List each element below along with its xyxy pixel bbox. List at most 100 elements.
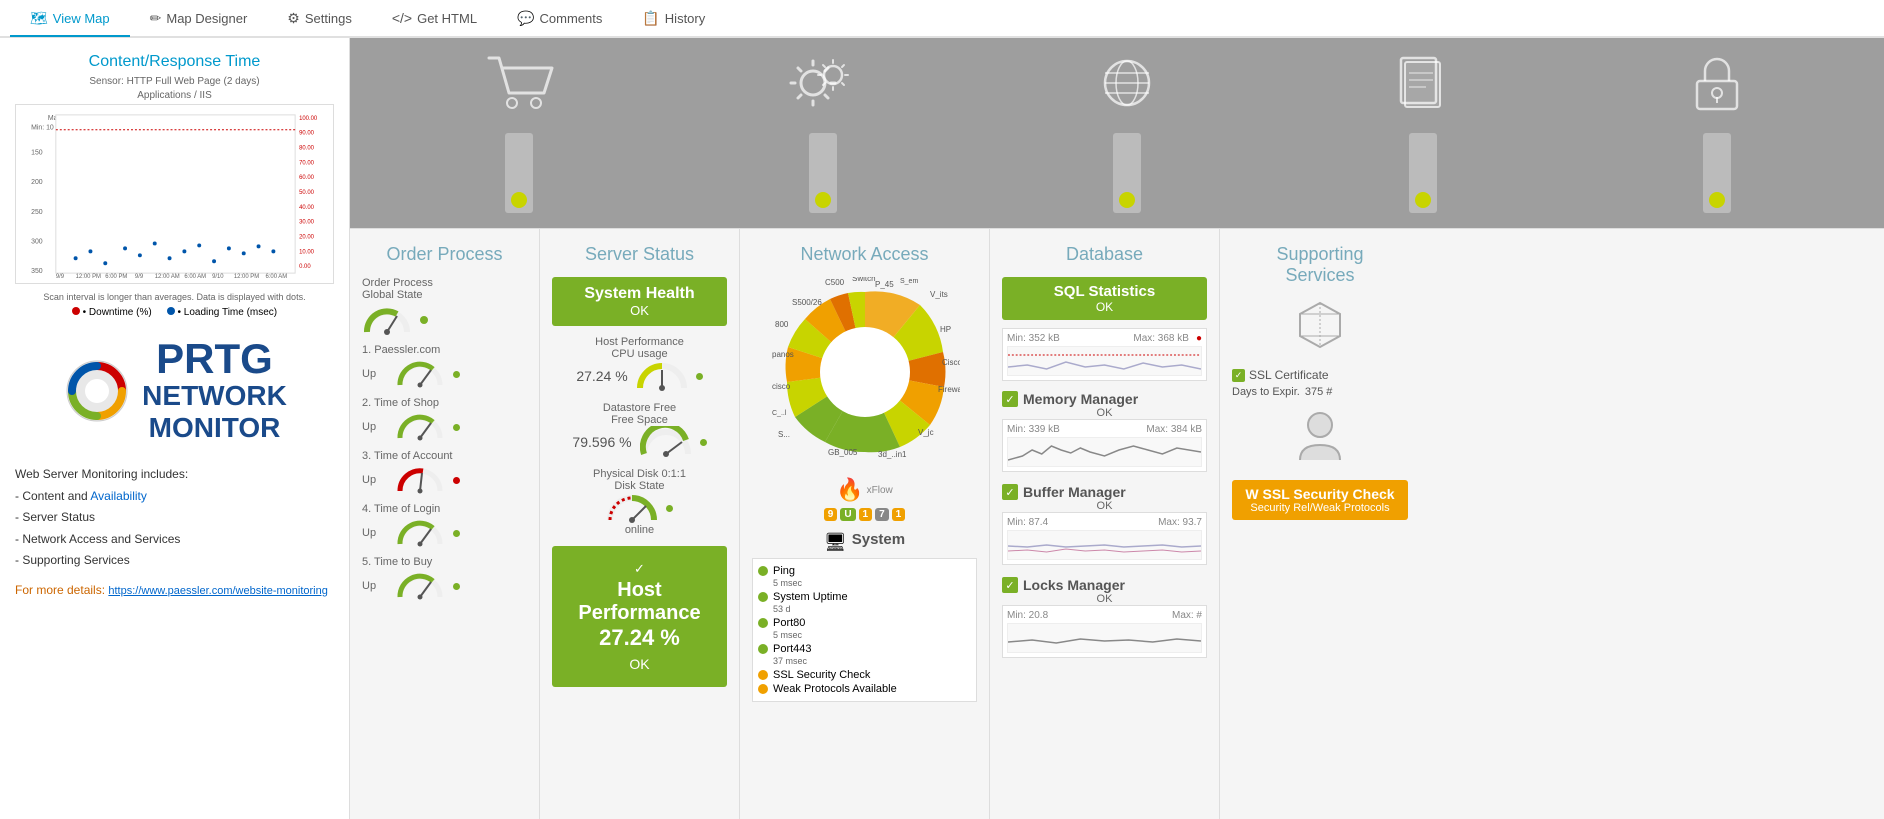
comments-icon: 💬: [517, 10, 534, 27]
svg-text:9/9: 9/9: [56, 274, 65, 280]
sql-chart-row: Min: 352 kB Max: 368 kB ●: [1007, 333, 1202, 344]
system-item-uptime: System Uptime: [758, 590, 971, 604]
order-gauge-1: [395, 359, 445, 389]
system-item-port443: Port443: [758, 642, 971, 656]
content-area: Order Process Order Process Global State: [350, 38, 1884, 819]
links-title: Web Server Monitoring includes:: [15, 464, 334, 486]
order-item-1: 1. Paessler.com Up: [362, 344, 527, 389]
chart-svg: Max: 375 msec 350 300 250 200 150 Min: 1…: [16, 105, 333, 283]
system-section: 🖥 System Ping 5 msec System Uptime: [752, 531, 977, 702]
host-perf-gauge: [636, 360, 688, 392]
port80-status-dot: [758, 618, 768, 628]
system-health-status: OK: [562, 303, 717, 318]
buffer-manager-label: Buffer Manager: [1023, 484, 1126, 500]
link-network: - Network Access and Services: [15, 529, 334, 551]
person-avatar-icon: [1232, 410, 1408, 475]
order-gauge-4: [395, 518, 445, 548]
html-icon: </>: [392, 10, 412, 26]
memory-chart-row: Min: 339 kB Max: 384 kB: [1007, 424, 1202, 435]
svg-text:6:00 AM: 6:00 AM: [184, 274, 206, 280]
locks-max: Max: #: [1172, 610, 1202, 621]
nav-map-designer-label: Map Designer: [166, 11, 247, 26]
order-row-4: Up: [362, 518, 527, 548]
badge-1: 1: [859, 508, 873, 521]
badge-u: U: [840, 508, 855, 521]
order-status-3: Up: [362, 474, 387, 486]
banner-tube-gear: [809, 133, 837, 213]
svg-text:150: 150: [31, 149, 43, 156]
buffer-check-row: ✓ Buffer Manager: [1002, 484, 1207, 500]
svg-text:C500: C500: [825, 278, 845, 287]
fire-icon: 🔥: [836, 477, 863, 503]
order-row-1: Up: [362, 359, 527, 389]
person-icon-svg: [1295, 410, 1345, 465]
uptime-sub: 53 d: [773, 604, 971, 614]
sidebar-links: Web Server Monitoring includes: - Conten…: [15, 464, 334, 602]
ssl-status-dot: [758, 670, 768, 680]
order-status-4: Up: [362, 527, 387, 539]
svg-text:cisco: cisco: [772, 382, 791, 391]
sql-stats-status: OK: [1008, 300, 1201, 314]
order-row-2: Up: [362, 412, 527, 442]
svg-text:S...: S...: [778, 430, 790, 439]
chart-legend: • Downtime (%) • Loading Time (msec): [15, 307, 334, 318]
banner-item-cart: [484, 53, 554, 213]
settings-icon: ⚙: [287, 10, 300, 27]
ssl-cert-label-row: ✓ SSL Certificate: [1232, 368, 1408, 382]
svg-text:V_jc: V_jc: [918, 428, 934, 437]
availability-link[interactable]: Availability: [90, 489, 146, 503]
main-container: Content/Response Time Sensor: HTTP Full …: [0, 38, 1884, 819]
tube-indicator-gear: [815, 192, 831, 208]
locks-chart-mini: [1007, 623, 1202, 653]
ssl-days-value: 375 #: [1305, 386, 1333, 398]
ping-sub: 5 msec: [773, 578, 971, 588]
website-monitoring-link[interactable]: https://www.paessler.com/website-monitor…: [108, 585, 327, 597]
tube-indicator-doc: [1415, 192, 1431, 208]
nav-get-html[interactable]: </> Get HTML: [372, 1, 497, 37]
ssl-cert-icon: [1232, 298, 1408, 363]
network-access-title: Network Access: [752, 244, 977, 265]
datastore-metric: Datastore Free Free Space 79.596 %: [552, 402, 727, 458]
prtg-monitor-text: MONITOR: [142, 412, 287, 444]
nav-history[interactable]: 📋 History: [622, 1, 725, 37]
physical-disk-row: [552, 492, 727, 524]
svg-text:9/10: 9/10: [212, 274, 224, 280]
port443-label: Port443: [773, 643, 812, 655]
svg-text:P_45: P_45: [875, 280, 894, 289]
supporting-services-title: SupportingServices: [1232, 244, 1408, 286]
datastore-dot: [700, 439, 707, 446]
banner-item-lock: [1685, 53, 1750, 213]
tube-indicator-cart: [511, 192, 527, 208]
memory-manager-item: ✓ Memory Manager OK Min: 339 kB Max: 384…: [1002, 391, 1207, 472]
nav-settings-label: Settings: [305, 11, 352, 26]
host-perf-big-checkmark: ✓: [562, 561, 717, 577]
svg-text:3d_..in1: 3d_..in1: [878, 450, 907, 459]
status-dot-1: [453, 371, 460, 378]
tube-indicator-globe: [1119, 192, 1135, 208]
nav-get-html-label: Get HTML: [417, 11, 477, 26]
cart-icon: [484, 53, 554, 125]
order-num-2: 2. Time of Shop: [362, 397, 527, 409]
network-access-section: Network Access: [740, 229, 990, 819]
svg-text:10.00: 10.00: [299, 249, 315, 255]
legend-dot-blue: [167, 307, 175, 315]
order-num-5: 5. Time to Buy: [362, 556, 527, 568]
server-status-section: Server Status System Health OK Host Perf…: [540, 229, 740, 819]
port80-sub: 5 msec: [773, 630, 971, 640]
nav-settings[interactable]: ⚙ Settings: [267, 1, 372, 37]
svg-text:12:00 AM: 12:00 AM: [155, 274, 180, 280]
nav-comments[interactable]: 💬 Comments: [497, 1, 622, 37]
sql-min: Min: 352 kB: [1007, 333, 1060, 344]
server-status-title: Server Status: [552, 244, 727, 265]
nav-view-map[interactable]: 🗺 View Map: [10, 1, 130, 37]
order-gauge-2: [395, 412, 445, 442]
system-item-port80: Port80: [758, 616, 971, 630]
buffer-chart-mini: [1007, 530, 1202, 560]
ping-status-dot: [758, 566, 768, 576]
locks-check-icon: ✓: [1002, 577, 1018, 593]
svg-text:50.00: 50.00: [299, 190, 315, 196]
host-perf-dot: [696, 373, 703, 380]
order-num-3: 3. Time of Account: [362, 450, 527, 462]
svg-text:800: 800: [775, 320, 789, 329]
nav-map-designer[interactable]: ✏ Map Designer: [130, 1, 268, 37]
